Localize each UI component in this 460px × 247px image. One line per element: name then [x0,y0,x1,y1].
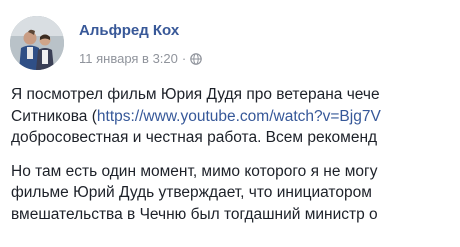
post-timestamp[interactable]: 11 января в 3:20 [79,51,178,66]
post-body: Я посмотрел фильм Юрия Дудя про ветерана… [11,84,460,237]
author-avatar[interactable] [10,16,64,70]
paragraph-2-line-1: Но там есть один момент, мимо которого я… [11,162,378,180]
facebook-post: Альфред Кох 11 января в 3:20 · Я посмотр… [0,0,460,247]
paragraph-2-line-2: фильме Юрий Дудь утверждает, что инициат… [11,184,372,201]
post-meta: 11 января в 3:20 · [79,50,203,66]
paragraph-1-line-3: добросовестная и честная работа. Всем ре… [11,129,378,146]
paragraph-1-line-1: Я посмотрел фильм Юрия Дудя про ветерана… [11,86,380,103]
post-paragraph-1: Я посмотрел фильм Юрия Дудя про ветерана… [11,84,460,149]
meta-separator: · [181,50,187,66]
globe-icon[interactable] [190,51,203,66]
paragraph-2-line-3: вмешательства в Чечню был тогдашний мини… [11,205,378,223]
author-name[interactable]: Альфред Кох [79,22,179,39]
post-paragraph-2: Но там есть один момент, мимо которого я… [11,161,460,226]
paragraph-1-line-2: Ситникова (https://www.youtube.com/watch… [11,106,460,128]
avatar-photo [10,16,64,70]
link-prefix-text: Ситникова ( [11,107,97,125]
youtube-link[interactable]: https://www.youtube.com/watch?v=Bjg7V [97,108,381,125]
